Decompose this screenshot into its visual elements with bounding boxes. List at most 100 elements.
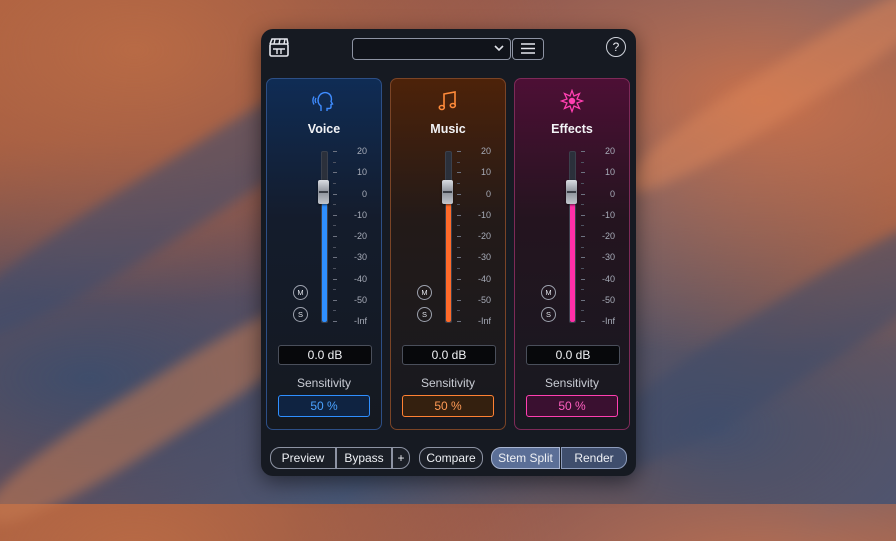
gain-readout[interactable]: 0.0 dB [526,345,620,365]
db-scale-tick [581,172,585,174]
db-scale-label: -40 [601,273,615,284]
sensitivity-label: Sensitivity [296,376,352,390]
mute-button[interactable]: M [293,285,308,300]
bypass-button[interactable]: Bypass [336,447,392,469]
db-scale-minor-tick [457,225,460,227]
sensitivity-field[interactable]: 50 % [402,395,494,417]
db-scale-minor-tick [457,246,460,248]
db-scale-label: -Inf [477,316,491,326]
render-button[interactable]: Render [561,447,627,469]
db-scale-tick [457,172,461,174]
bottom-toolbar: Preview Bypass + Compare Stem Split Rend… [261,445,636,471]
db-scale: 20 10 0 -10 -20 -30 -40 -50 -Inf [457,146,505,326]
gain-readout[interactable]: 0.0 dB [402,345,496,365]
music-stem-panel: Music 20 10 0 -10 -20 -30 -40 -50 -Inf M S 0.0 d… [390,78,506,430]
db-scale-tick [333,172,337,174]
music-fader-track[interactable] [445,151,452,323]
db-scale-tick [581,299,585,301]
mute-button[interactable]: M [541,285,556,300]
effects-fader-handle[interactable] [566,180,577,204]
solo-button[interactable]: S [541,307,556,322]
help-button[interactable]: ? [606,37,626,57]
effects-fader-track[interactable] [569,151,576,323]
db-scale-minor-tick [333,310,336,312]
music-note-icon [438,91,457,111]
db-scale-minor-tick [333,225,336,227]
db-scale-minor-tick [581,225,584,227]
chevron-down-icon [494,45,504,52]
sensitivity-label: Sensitivity [544,376,600,390]
db-scale-label: -50 [477,294,491,305]
stem-title: Effects [551,122,593,136]
mute-button[interactable]: M [417,285,432,300]
db-scale-tick [457,278,461,280]
db-scale-tick [333,236,337,237]
db-scale-tick [581,151,585,152]
db-scale-minor-tick [581,310,584,312]
db-scale-tick [581,257,585,259]
db-scale-tick [457,236,461,237]
preview-button[interactable]: Preview [270,447,336,469]
hamburger-menu-icon [521,43,535,54]
sensitivity-field[interactable]: 50 % [278,395,370,417]
db-scale-tick [581,193,585,195]
music-level-fill [446,189,451,322]
db-scale-tick [333,151,337,152]
db-scale-label: -20 [601,231,615,241]
db-scale-minor-tick [457,267,460,269]
add-button[interactable]: + [392,447,410,469]
db-scale-label: -50 [353,294,367,305]
db-scale-label: 0 [609,188,615,199]
db-scale-minor-tick [333,204,336,206]
effects-burst-icon [560,89,584,113]
db-scale-minor-tick [333,267,336,269]
db-scale: 20 10 0 -10 -20 -30 -40 -50 -Inf [333,146,381,326]
db-scale-minor-tick [581,289,584,291]
db-scale-label: -30 [601,252,615,263]
db-scale-tick [457,193,461,195]
db-scale-label: 10 [604,167,615,178]
db-scale-minor-tick [333,182,336,184]
sensitivity-label: Sensitivity [420,376,476,390]
stem-title: Voice [307,122,341,136]
db-scale-minor-tick [581,161,584,163]
db-scale-tick [457,151,461,152]
db-scale-label: -20 [477,231,491,241]
db-scale-minor-tick [581,182,584,184]
db-scale-label: 10 [480,167,491,178]
voice-fader-handle[interactable] [318,180,329,204]
db-scale-tick [333,193,337,195]
stem-split-button[interactable]: Stem Split [491,447,560,469]
db-scale-tick [581,236,585,237]
db-scale-tick [457,257,461,259]
db-scale-label: -Inf [601,316,615,326]
menu-button[interactable] [512,38,544,60]
voice-fader-track[interactable] [321,151,328,323]
solo-button[interactable]: S [293,307,308,322]
effects-stem-panel: Effects 20 10 0 -10 -20 -30 -40 -50 -Inf M S 0.0… [514,78,630,430]
db-scale-label: 20 [480,146,491,156]
compare-button[interactable]: Compare [419,447,483,469]
db-scale-minor-tick [457,310,460,312]
voice-level-fill [322,189,327,322]
db-scale-label: -30 [477,252,491,263]
db-scale-tick [333,257,337,259]
db-scale-label: 0 [485,188,491,199]
db-scale-tick [457,299,461,301]
db-scale-tick [581,214,585,216]
gain-readout[interactable]: 0.0 dB [278,345,372,365]
db-scale-minor-tick [457,182,460,184]
db-scale-tick [333,321,337,322]
db-scale-tick [457,321,461,322]
sensitivity-field[interactable]: 50 % [526,395,618,417]
solo-button[interactable]: S [417,307,432,322]
db-scale-label: 20 [356,146,367,156]
clapperboard-logo-icon[interactable] [269,38,289,57]
db-scale-minor-tick [581,267,584,269]
music-fader-handle[interactable] [442,180,453,204]
db-scale-label: 10 [356,167,367,178]
db-scale-minor-tick [581,246,584,248]
db-scale-tick [457,214,461,216]
preset-dropdown[interactable] [352,38,511,60]
stem-split-plugin-window: ? Voice 20 10 0 -10 -20 -30 -40 -50 -Inf M S 0.0… [261,29,636,476]
